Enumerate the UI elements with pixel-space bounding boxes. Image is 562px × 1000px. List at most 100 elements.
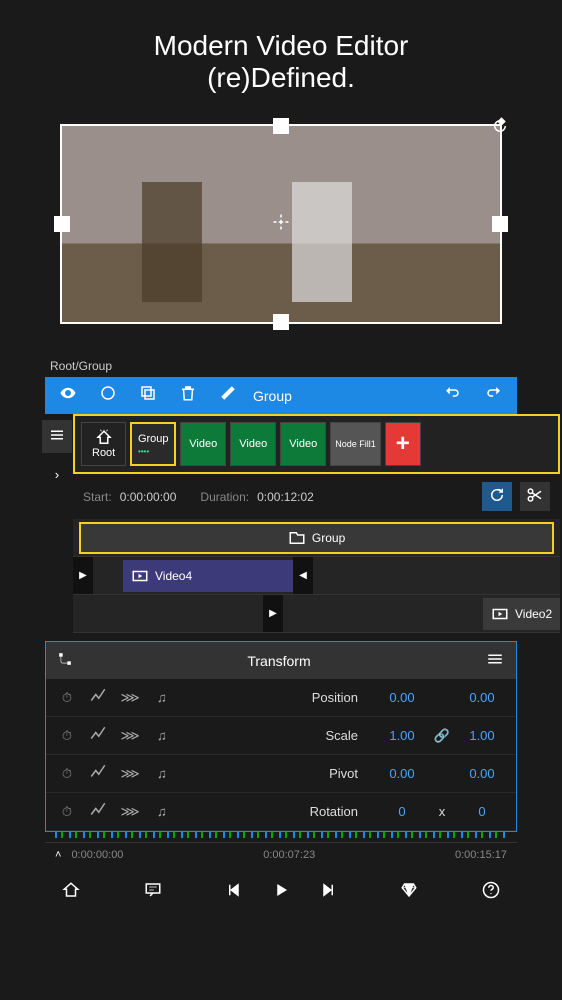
next-frame-icon[interactable] — [318, 879, 336, 905]
stopwatch-icon[interactable]: ⏱ — [52, 766, 82, 782]
layer-chip-video[interactable]: Video — [230, 422, 276, 466]
separator: x — [430, 804, 454, 819]
value-y[interactable]: 0.00 — [454, 766, 510, 781]
play-icon[interactable] — [272, 879, 290, 905]
music-icon[interactable]: ♫ — [146, 690, 178, 705]
music-icon[interactable]: ♫ — [146, 728, 178, 743]
value-y[interactable]: 1.00 — [454, 728, 510, 743]
time-info: Start: 0:00:00:00 Duration: 0:00:12:02 — [73, 474, 560, 519]
wave-icon[interactable]: ⋙ — [114, 728, 146, 744]
video-content — [292, 182, 352, 302]
clip-video2[interactable]: Video2 — [483, 598, 560, 630]
transform-title: Transform — [72, 653, 486, 669]
value-x[interactable]: 0.00 — [374, 766, 430, 781]
stopwatch-icon[interactable]: ⏱ — [52, 804, 82, 820]
transform-header: Transform — [46, 642, 516, 679]
graph-icon[interactable] — [82, 801, 114, 822]
root-button[interactable]: Root — [81, 422, 126, 466]
track-group: Group — [73, 519, 560, 557]
property-label: Position — [178, 690, 374, 705]
graph-icon[interactable] — [82, 763, 114, 784]
transform-node-icon[interactable] — [58, 652, 72, 669]
transform-panel: Transform ⏱ ⋙ ♫ Position 0.00 0.00 ⏱ ⋙ ♫… — [45, 641, 517, 832]
track-handle[interactable]: ▶ — [263, 595, 283, 632]
visibility-icon[interactable] — [53, 382, 83, 409]
graph-icon[interactable] — [82, 725, 114, 746]
trash-icon[interactable] — [173, 382, 203, 409]
graph-icon[interactable] — [82, 687, 114, 708]
value-y[interactable]: 0 — [454, 804, 510, 819]
home-icon[interactable] — [62, 879, 80, 905]
time-marker: 0:00:15:17 — [362, 849, 507, 861]
wave-icon[interactable]: ⋙ — [114, 804, 146, 820]
stopwatch-icon[interactable]: ⏱ — [52, 690, 82, 706]
track-handle[interactable]: ◀ — [293, 557, 313, 594]
app-title: Modern Video Editor (re)Defined. — [0, 0, 562, 114]
help-icon[interactable] — [482, 879, 500, 905]
link-icon[interactable]: 🔗 — [430, 728, 454, 744]
preview-frame[interactable] — [60, 124, 502, 324]
value-x[interactable]: 1.00 — [374, 728, 430, 743]
wave-icon[interactable]: ⋙ — [114, 690, 146, 706]
music-icon[interactable]: ♫ — [146, 766, 178, 781]
track-video4: ▶ Video4 ◀ — [73, 557, 560, 595]
crop-handle-bottom[interactable] — [273, 314, 289, 330]
chevron-right-icon[interactable]: › — [49, 461, 65, 488]
comment-icon[interactable] — [144, 879, 162, 905]
reset-icon[interactable] — [482, 482, 512, 511]
track-video2: ▶ Video2 — [73, 595, 560, 633]
layer-chip-video[interactable]: Video — [180, 422, 226, 466]
layer-chip-group[interactable]: Group•••• — [130, 422, 176, 466]
copy-icon[interactable] — [133, 382, 163, 409]
timeline-ruler[interactable]: ˄ 0:00:00:00 0:00:07:23 0:00:15:17 — [45, 842, 517, 867]
transform-row-scale: ⏱ ⋙ ♫ Scale 1.00 🔗 1.00 — [46, 717, 516, 755]
menu-icon[interactable] — [486, 650, 504, 671]
track-handle[interactable]: ▶ — [73, 557, 93, 594]
collapse-icon[interactable]: ˄ — [55, 849, 61, 861]
timeline-ticks[interactable] — [55, 832, 507, 838]
crop-handle-left[interactable] — [54, 216, 70, 232]
time-marker: 0:00:07:23 — [217, 849, 362, 861]
preview-area — [0, 114, 562, 334]
bottom-bar — [0, 867, 562, 917]
scissors-icon[interactable] — [520, 482, 550, 511]
wave-icon[interactable]: ⋙ — [114, 766, 146, 782]
start-value[interactable]: 0:00:00:00 — [120, 490, 177, 504]
time-marker: 0:00:00:00 — [71, 849, 216, 861]
clip-video4[interactable]: Video4 — [123, 560, 293, 592]
prev-frame-icon[interactable] — [226, 879, 244, 905]
layers-row: Root Group•••• Video Video Video Node Fi… — [73, 414, 560, 474]
toolbar: Group — [45, 377, 517, 414]
crop-handle-top[interactable] — [273, 118, 289, 134]
layer-chip-video[interactable]: Video — [280, 422, 326, 466]
center-crosshair-icon[interactable] — [272, 210, 290, 238]
music-icon[interactable]: ♫ — [146, 804, 178, 819]
duration-value[interactable]: 0:00:12:02 — [257, 490, 314, 504]
start-label: Start: — [83, 490, 112, 504]
duration-label: Duration: — [200, 490, 249, 504]
property-label: Pivot — [178, 766, 374, 781]
value-x[interactable]: 0.00 — [374, 690, 430, 705]
transform-row-pivot: ⏱ ⋙ ♫ Pivot 0.00 0.00 — [46, 755, 516, 793]
layer-chip-nodefill[interactable]: Node Fill1 — [330, 422, 381, 466]
redo-icon[interactable] — [479, 382, 509, 409]
toolbar-label: Group — [253, 388, 427, 404]
breadcrumb: Root/Group — [0, 334, 562, 377]
add-layer-button[interactable]: + — [385, 422, 421, 466]
panel-toggle-icon[interactable] — [42, 420, 72, 453]
crop-handle-right[interactable] — [492, 216, 508, 232]
stopwatch-icon[interactable]: ⏱ — [52, 728, 82, 744]
circle-icon[interactable] — [93, 382, 123, 409]
video-content — [142, 182, 202, 302]
undo-icon[interactable] — [437, 382, 467, 409]
property-label: Scale — [178, 728, 374, 743]
transform-row-rotation: ⏱ ⋙ ♫ Rotation 0 x 0 — [46, 793, 516, 831]
property-label: Rotation — [178, 804, 374, 819]
clip-group[interactable]: Group — [79, 522, 554, 554]
transform-row-position: ⏱ ⋙ ♫ Position 0.00 0.00 — [46, 679, 516, 717]
value-y[interactable]: 0.00 — [454, 690, 510, 705]
rotate-handle-icon[interactable] — [485, 111, 515, 141]
edit-icon[interactable] — [213, 382, 243, 409]
diamond-icon[interactable] — [400, 879, 418, 905]
value-x[interactable]: 0 — [374, 804, 430, 819]
